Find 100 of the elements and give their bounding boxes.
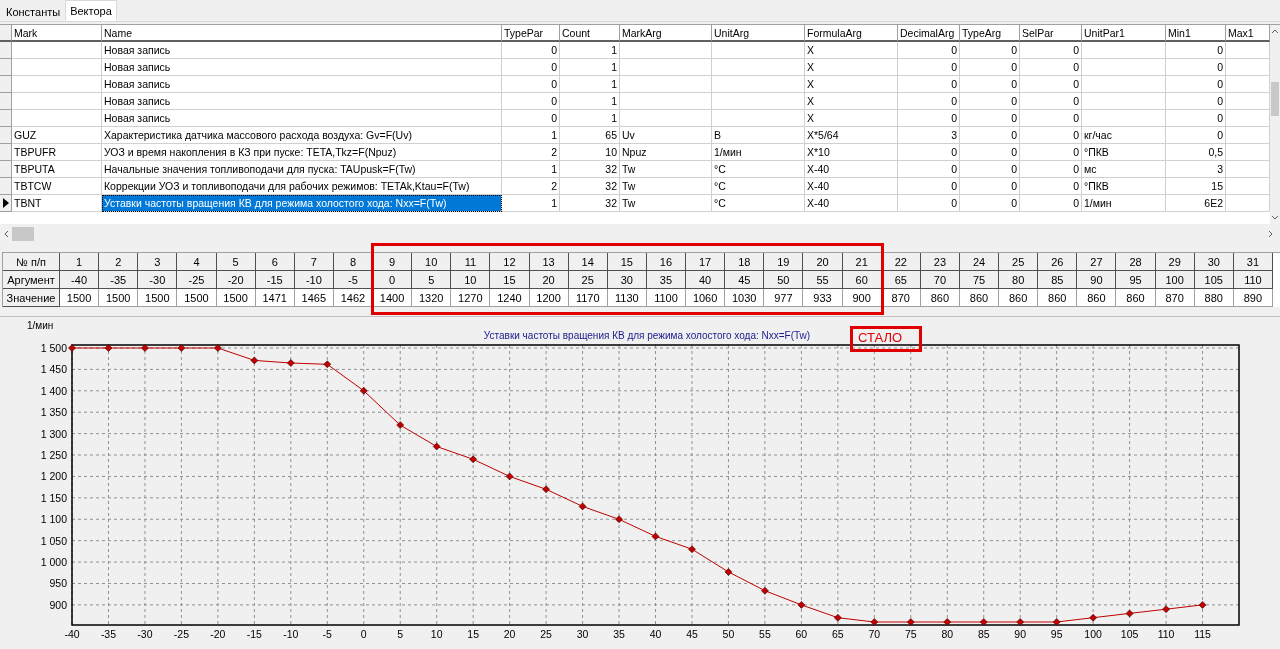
- argument-cell: 85: [1038, 271, 1078, 289]
- column-header[interactable]: TypePar: [502, 25, 560, 42]
- value-cell[interactable]: 1462: [333, 289, 374, 307]
- value-cell[interactable]: 1100: [646, 289, 687, 307]
- column-header[interactable]: Max1: [1226, 25, 1270, 42]
- value-cell[interactable]: 977: [764, 289, 804, 307]
- table-cell: 0: [1020, 110, 1082, 127]
- table-cell: 15: [1166, 178, 1226, 195]
- column-header[interactable]: Name: [102, 25, 502, 42]
- value-cell[interactable]: 1500: [138, 289, 178, 307]
- value-cell[interactable]: 1270: [451, 289, 491, 307]
- column-header[interactable]: TypeArg: [960, 25, 1020, 42]
- data-point: [834, 613, 842, 622]
- value-cell[interactable]: 860: [999, 289, 1039, 307]
- column-header[interactable]: SelPar: [1020, 25, 1082, 42]
- column-header[interactable]: Count: [560, 25, 620, 42]
- value-cell[interactable]: 860: [1116, 289, 1156, 307]
- column-header[interactable]: FormulaArg: [805, 25, 898, 42]
- column-header[interactable]: Min1: [1166, 25, 1226, 42]
- x-tick-label: 105: [1120, 628, 1139, 639]
- x-tick-label: 115: [1194, 628, 1211, 639]
- value-cell[interactable]: 860: [1077, 289, 1117, 307]
- value-cell[interactable]: 1240: [490, 289, 530, 307]
- value-cell[interactable]: 1200: [529, 289, 569, 307]
- table-cell: 1: [560, 42, 620, 59]
- table-cell: 1: [560, 76, 620, 93]
- data-point: [141, 344, 149, 352]
- table-cell: 0: [960, 144, 1020, 161]
- table-cell: 0: [1166, 76, 1226, 93]
- column-header[interactable]: MarkArg: [620, 25, 712, 42]
- column-header[interactable]: DecimalArg: [898, 25, 960, 42]
- table-cell: 10: [560, 144, 620, 161]
- scroll-right-icon[interactable]: [1268, 230, 1274, 238]
- scroll-thumb[interactable]: [1271, 82, 1279, 116]
- value-cell[interactable]: 1320: [412, 289, 452, 307]
- value-cell[interactable]: 1060: [686, 289, 726, 307]
- column-header[interactable]: UnitPar1: [1082, 25, 1166, 42]
- table-cell: X*5/64: [805, 127, 898, 144]
- value-cell[interactable]: 1500: [216, 289, 256, 307]
- data-point: [615, 515, 623, 524]
- value-cell[interactable]: 1030: [725, 289, 765, 307]
- value-cell[interactable]: 860: [920, 289, 960, 307]
- table-cell: Npuz: [620, 144, 712, 161]
- x-tick-label: 70: [868, 628, 881, 639]
- value-cell[interactable]: 870: [1155, 289, 1195, 307]
- value-cell[interactable]: 890: [1233, 289, 1273, 307]
- table-cell: 0: [1166, 42, 1226, 59]
- x-tick-label: -5: [322, 628, 332, 639]
- y-tick-label: 1 450: [40, 363, 67, 376]
- data-point: [104, 344, 113, 352]
- table-cell: Характеристика датчика массового расхода воздуха: Gv=F(Uv): [102, 127, 502, 144]
- value-cell[interactable]: 870: [881, 289, 921, 307]
- argument-cell: 95: [1116, 271, 1156, 289]
- column-number: 9: [373, 253, 413, 271]
- y-tick-label: 1 500: [40, 342, 67, 354]
- x-tick-label: 30: [576, 628, 589, 639]
- value-cell[interactable]: 1465: [294, 289, 334, 307]
- table-cell: Новая запись: [102, 93, 502, 110]
- value-cell[interactable]: 880: [1194, 289, 1234, 307]
- table-cell: 0: [1020, 59, 1082, 76]
- column-number: 13: [529, 253, 569, 271]
- value-cell[interactable]: 1500: [99, 289, 139, 307]
- value-cell[interactable]: 860: [959, 289, 1000, 307]
- column-header[interactable]: UnitArg: [712, 25, 805, 42]
- value-cell[interactable]: 1500: [177, 289, 217, 307]
- scroll-up-icon[interactable]: [1271, 28, 1279, 34]
- column-header[interactable]: Mark: [12, 25, 102, 42]
- value-cell[interactable]: 1471: [255, 289, 295, 307]
- table-cell: Uv: [620, 127, 712, 144]
- argument-cell: 75: [959, 271, 1000, 289]
- value-cell[interactable]: 860: [1038, 289, 1078, 307]
- scroll-left-icon[interactable]: [3, 230, 9, 238]
- table-cell: 1: [502, 195, 560, 212]
- argument-cell: -20: [216, 271, 256, 289]
- value-cell[interactable]: 933: [803, 289, 843, 307]
- x-tick-label: 65: [832, 628, 844, 639]
- value-cell[interactable]: 1400: [373, 289, 413, 307]
- value-cell[interactable]: 1130: [607, 289, 647, 307]
- column-number: 12: [490, 253, 530, 271]
- scroll-thumb[interactable]: [12, 227, 34, 241]
- column-number: 27: [1077, 253, 1117, 271]
- table-cell: 0: [960, 178, 1020, 195]
- table-cell: 0: [960, 195, 1020, 212]
- row-header[interactable]: [0, 195, 12, 212]
- value-cell[interactable]: 1500: [60, 289, 100, 307]
- table-cell: 0: [502, 42, 560, 59]
- vertical-scrollbar[interactable]: [1270, 25, 1280, 224]
- column-number: 1: [60, 253, 100, 271]
- scroll-down-icon[interactable]: [1271, 215, 1279, 221]
- value-cell[interactable]: 900: [842, 289, 882, 307]
- column-number: 16: [646, 253, 687, 271]
- tab[interactable]: Вектора: [65, 0, 117, 21]
- table-cell: 0: [960, 127, 1020, 144]
- table-cell: 0: [1020, 127, 1082, 144]
- column-number: 10: [412, 253, 452, 271]
- header-corner[interactable]: [0, 25, 12, 42]
- table-cell: 0,5: [1166, 144, 1226, 161]
- value-cell[interactable]: 1170: [568, 289, 608, 307]
- data-point: [907, 618, 915, 626]
- table-cell: 0: [960, 59, 1020, 76]
